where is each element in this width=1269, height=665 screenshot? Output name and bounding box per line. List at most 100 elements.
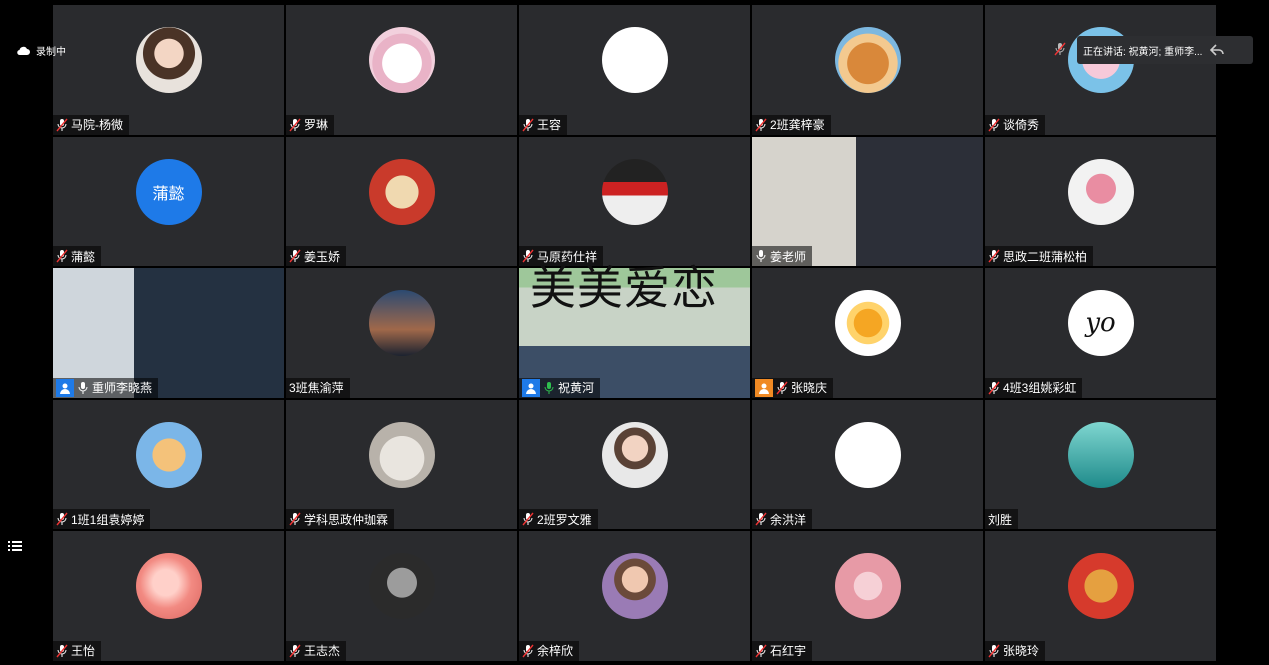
muted-mic-icon (988, 381, 1000, 395)
menu-icon[interactable] (7, 538, 23, 554)
participant-avatar (834, 290, 901, 356)
muted-mic-icon (56, 644, 68, 658)
muted-mic-icon (1054, 42, 1066, 56)
participant-nameplate: 马原药仕祥 (519, 246, 604, 266)
participant-avatar (368, 27, 435, 93)
participant-nameplate: 张晓庆 (752, 377, 834, 398)
participant-nameplate: 王容 (519, 114, 568, 135)
participant-avatar (1067, 553, 1134, 619)
participant-avatar (368, 158, 435, 225)
mic-icon (755, 249, 767, 263)
participant-name: 思政二班蒲松柏 (1003, 249, 1088, 264)
cloud-icon (17, 46, 30, 55)
participant-tile[interactable]: 王容 (519, 5, 750, 135)
muted-mic-icon (776, 381, 788, 395)
participant-nameplate: 张晓玲 (985, 640, 1046, 661)
participant-tile[interactable]: 马院-杨微 (53, 5, 284, 135)
muted-mic-icon (289, 644, 301, 658)
participant-nameplate: 王怡 (53, 640, 102, 661)
participant-name: 谈倚秀 (1003, 118, 1040, 132)
participant-name: 张晓玲 (1003, 644, 1040, 658)
participant-name: 学科思政仲珈霖 (304, 512, 389, 527)
participant-tile[interactable]: 罗琳 (286, 5, 517, 135)
muted-mic-icon (755, 644, 767, 658)
participant-nameplate: 4班3组姚彩虹 (985, 377, 1083, 398)
participant-tile[interactable]: 张晓庆 (752, 268, 983, 398)
participant-avatar (368, 421, 435, 488)
participant-tile[interactable]: 1班1组袁婷婷 (53, 399, 284, 529)
participant-avatar (135, 27, 202, 93)
participant-name: 马原药仕祥 (537, 249, 598, 264)
muted-mic-icon (988, 118, 1000, 132)
participant-nameplate: 2班罗文雅 (519, 509, 598, 529)
participant-tile[interactable]: 石红宇 (752, 531, 983, 661)
participant-nameplate: 余梓欣 (519, 640, 580, 661)
recording-label: 录制中 (36, 47, 66, 58)
participant-tile[interactable]: 余梓欣 (519, 531, 750, 661)
muted-mic-icon (755, 118, 767, 132)
participant-tile[interactable]: yo 4班3组姚彩虹 (985, 268, 1216, 398)
participant-tile[interactable]: 2班罗文雅 (519, 399, 750, 529)
muted-mic-icon (522, 249, 534, 263)
participant-nameplate: 王志杰 (286, 640, 347, 661)
speaking-indicator[interactable]: 正在讲话: 祝黄河; 重师李... (1077, 36, 1253, 64)
muted-mic-icon (56, 249, 68, 263)
participant-avatar (601, 553, 668, 619)
participant-tile[interactable]: 2班龚梓豪 (752, 5, 983, 135)
participant-nameplate: 学科思政仲珈霖 (286, 509, 395, 529)
participant-avatar (135, 553, 202, 619)
back-arrow-icon[interactable] (1210, 44, 1225, 56)
participant-tile[interactable]: 张晓玲 (985, 531, 1216, 661)
participant-avatar (368, 290, 435, 356)
host-badge-icon (522, 378, 540, 397)
participant-tile[interactable]: 王怡 (53, 531, 284, 661)
mic-icon (543, 381, 555, 395)
participant-tile[interactable]: 思政二班蒲松柏 (985, 136, 1216, 266)
participant-name: 余洪洋 (770, 512, 807, 527)
participant-tile[interactable]: 姜老师 (752, 136, 983, 266)
participant-tile[interactable]: 马原药仕祥 (519, 136, 750, 266)
participant-avatar (601, 421, 668, 488)
muted-mic-icon (522, 644, 534, 658)
muted-mic-icon (522, 118, 534, 132)
recording-indicator[interactable]: 录制中 (16, 43, 66, 58)
participant-name: 刘胜 (988, 512, 1013, 527)
participant-tile[interactable]: 重师李晓燕 (53, 268, 284, 398)
participant-name: 张晓庆 (791, 381, 828, 395)
participant-tile[interactable]: 学科思政仲珈霖 (286, 399, 517, 529)
participant-avatar (135, 421, 202, 488)
participant-tile[interactable]: 谈倚秀 (985, 5, 1216, 135)
participant-name: 石红宇 (770, 644, 807, 658)
participant-avatar: 蒲懿 (135, 158, 202, 225)
participant-tile[interactable]: 王志杰 (286, 531, 517, 661)
participant-name: 重师李晓燕 (92, 381, 153, 395)
participant-name: 3班焦渝萍 (289, 381, 344, 395)
muted-mic-icon (522, 512, 534, 526)
participant-nameplate: 祝黄河 (519, 377, 601, 398)
participant-tile[interactable]: 蒲懿 蒲懿 (53, 136, 284, 266)
participant-tile[interactable]: 刘胜 (985, 399, 1216, 529)
muted-mic-icon (755, 512, 767, 526)
avatar-text: yo (1085, 308, 1116, 338)
participant-nameplate: 刘胜 (985, 509, 1019, 529)
participant-avatar (368, 553, 435, 619)
participant-tile[interactable]: 3班焦渝萍 (286, 268, 517, 398)
participant-tile[interactable]: 余洪洋 (752, 399, 983, 529)
participant-name: 2班龚梓豪 (770, 118, 825, 132)
participant-tile[interactable]: 祝黄河 (519, 268, 750, 398)
participant-nameplate: 1班1组袁婷婷 (53, 509, 151, 529)
participant-tile[interactable]: 姜玉娇 (286, 136, 517, 266)
participant-nameplate: 姜玉娇 (286, 246, 347, 266)
participant-grid: 马院-杨微 罗琳 王容 2班龚梓豪 谈倚秀蒲懿 蒲懿 姜玉娇 马原药仕祥 姜老师 思政二班蒲松柏重… (53, 5, 1216, 665)
muted-mic-icon (988, 644, 1000, 658)
muted-mic-icon (56, 512, 68, 526)
participant-avatar (601, 27, 668, 93)
muted-mic-icon (289, 512, 301, 526)
participant-nameplate: 3班焦渝萍 (286, 377, 350, 398)
participant-name: 姜老师 (770, 249, 807, 264)
participant-nameplate: 2班龚梓豪 (752, 114, 831, 135)
participant-avatar (1067, 158, 1134, 225)
speaking-label: 正在讲话: 祝黄河; 重师李... (1083, 46, 1203, 58)
participant-nameplate: 谈倚秀 (985, 114, 1046, 135)
right-rail (1216, 0, 1269, 652)
